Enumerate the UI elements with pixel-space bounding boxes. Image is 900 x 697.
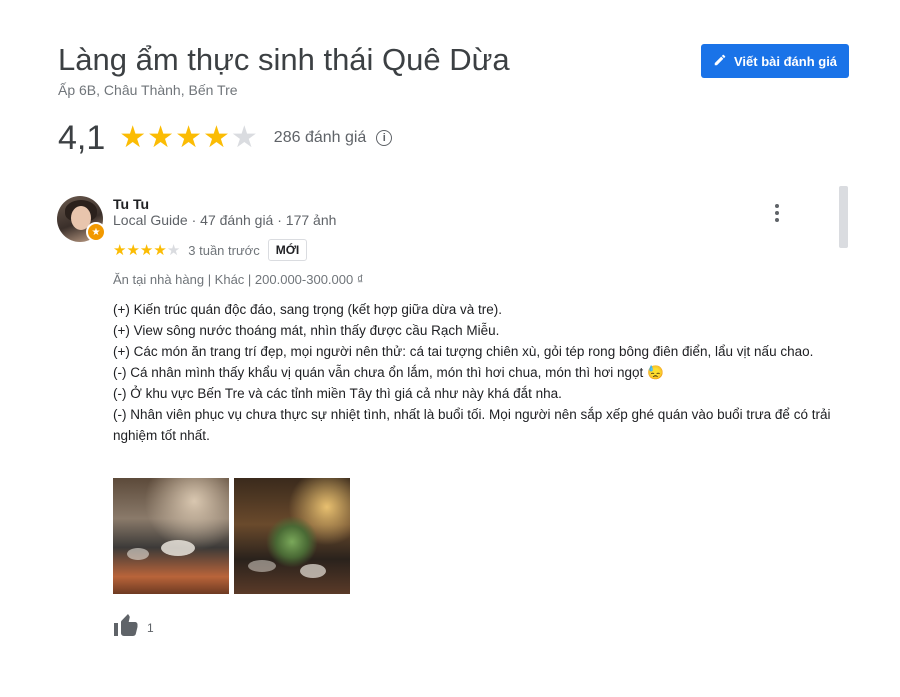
star-icon: ★ [126, 242, 140, 259]
review-line: (-) Cá nhân mình thấy khẩu vị quán vẫn c… [113, 365, 664, 380]
review-line: (+) Kiến trúc quán độc đáo, sang trọng (… [113, 302, 503, 317]
star-icon: ★ [139, 242, 154, 259]
like-count: 1 [147, 620, 154, 635]
review-count-link[interactable]: 286 đánh giá [274, 129, 367, 147]
star-rating: ★ ★ ★ ★ ★ [119, 123, 258, 153]
place-title: Làng ẩm thực sinh thái Quê Dừa [58, 42, 510, 77]
star-icon: ★ [175, 121, 202, 154]
review-line: (+) View sông nước thoáng mát, nhìn thấy… [113, 323, 500, 338]
more-vert-icon[interactable] [768, 200, 786, 226]
info-icon[interactable]: i [376, 130, 393, 146]
reviewer-meta: Local Guide · 47 đánh giá · 177 ảnh [113, 212, 337, 228]
review-text: (+) Kiến trúc quán độc đáo, sang trọng (… [113, 299, 833, 446]
review-line: (+) Các món ăn trang trí đẹp, mọi người … [113, 344, 814, 359]
review-line: (-) Ở khu vực Bến Tre và các tỉnh miền T… [113, 386, 562, 401]
star-icon: ★ [202, 121, 230, 154]
review-time: 3 tuần trước [188, 242, 260, 258]
review-stars: ★ ★ ★ ★ ★ [113, 241, 180, 259]
review-line: (-) Nhân viên phục vụ chưa thực sự nhiệt… [113, 407, 831, 443]
rating-value: 4,1 [58, 118, 106, 157]
reviewer-name[interactable]: Tu Tu [113, 196, 149, 212]
review-rating-row: ★ ★ ★ ★ ★ 3 tuần trước MỚI [113, 238, 308, 262]
local-guide-star-icon: ★ [86, 222, 106, 242]
review-photo[interactable] [113, 478, 229, 594]
star-icon: ★ [147, 121, 175, 154]
star-icon: ★ [119, 121, 147, 154]
pencil-icon [713, 53, 727, 70]
star-empty-icon: ★ [166, 242, 181, 259]
scrollbar[interactable] [839, 186, 848, 248]
like-button[interactable]: 1 [113, 614, 154, 641]
star-icon: ★ [153, 242, 167, 259]
write-review-button[interactable]: Viết bài đánh giá [701, 44, 849, 78]
star-icon: ★ [113, 242, 127, 259]
review-attributes: Ăn tại nhà hàng | Khác | 200.000-300.000… [113, 272, 364, 287]
review-photo[interactable] [234, 478, 350, 594]
thumb-up-icon [113, 614, 139, 641]
star-empty-icon: ★ [230, 121, 258, 154]
new-badge: MỚI [267, 239, 308, 261]
place-address: Ấp 6B, Châu Thành, Bến Tre [58, 82, 238, 98]
write-review-label: Viết bài đánh giá [733, 53, 838, 69]
overall-rating: 4,1 ★ ★ ★ ★ ★ 286 đánh giá i [58, 118, 393, 158]
